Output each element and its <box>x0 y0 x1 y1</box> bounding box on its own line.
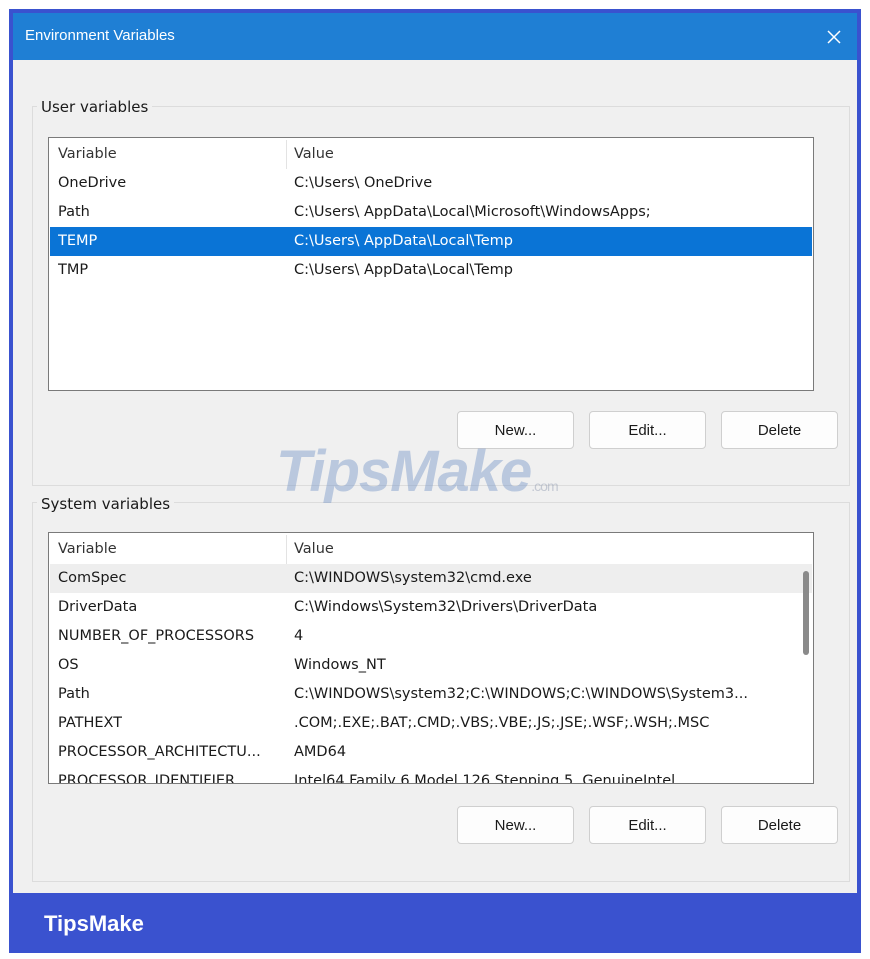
variable-value: C:\WINDOWS\system32;C:\WINDOWS;C:\WINDOW… <box>294 686 748 702</box>
table-row-selected[interactable]: TEMP C:\Users\ AppData\Local\Temp <box>50 227 812 256</box>
variable-name: PROCESSOR_ARCHITECTU... <box>58 744 261 760</box>
window-title: Environment Variables <box>25 27 175 44</box>
variable-name: NUMBER_OF_PROCESSORS <box>58 628 255 644</box>
variable-value: C:\Users\ OneDrive <box>294 175 433 191</box>
variable-name: PATHEXT <box>58 715 123 731</box>
list-header: Variable Value <box>50 535 812 564</box>
table-row[interactable]: DriverData C:\Windows\System32\Drivers\D… <box>50 593 812 622</box>
variable-name: Path <box>58 686 90 702</box>
footer-banner: TipsMake <box>9 897 861 953</box>
table-row[interactable]: TMP C:\Users\ AppData\Local\Temp <box>50 256 812 285</box>
variable-name: TEMP <box>58 233 98 249</box>
column-divider[interactable] <box>286 140 287 169</box>
table-row[interactable]: Path C:\WINDOWS\system32;C:\WINDOWS;C:\W… <box>50 680 812 709</box>
column-header-variable[interactable]: Variable <box>58 140 117 169</box>
variable-value: C:\Users\ AppData\Local\Temp <box>294 233 513 249</box>
system-delete-button[interactable]: Delete <box>721 806 838 844</box>
variable-value: C:\Users\ AppData\Local\Temp <box>294 262 513 278</box>
close-icon <box>827 29 841 44</box>
column-header-value[interactable]: Value <box>294 140 334 169</box>
table-row[interactable]: OS Windows_NT <box>50 651 812 680</box>
variable-value: C:\WINDOWS\system32\cmd.exe <box>294 570 532 586</box>
table-row[interactable]: PATHEXT .COM;.EXE;.BAT;.CMD;.VBS;.VBE;.J… <box>50 709 812 738</box>
user-variables-list[interactable]: Variable Value OneDrive C:\Users\ OneDri… <box>48 137 814 391</box>
variable-name: OS <box>58 657 79 673</box>
scrollbar-thumb[interactable] <box>803 571 809 655</box>
title-bar: Environment Variables <box>13 13 857 60</box>
column-divider[interactable] <box>286 535 287 564</box>
variable-name: OneDrive <box>58 175 127 191</box>
table-row-hovered[interactable]: ComSpec C:\WINDOWS\system32\cmd.exe <box>50 564 812 593</box>
table-row[interactable]: OneDrive C:\Users\ OneDrive <box>50 169 812 198</box>
system-variables-list[interactable]: Variable Value ComSpec C:\WINDOWS\system… <box>48 532 814 784</box>
variable-value: C:\Windows\System32\Drivers\DriverData <box>294 599 598 615</box>
column-header-variable[interactable]: Variable <box>58 535 117 564</box>
user-edit-button[interactable]: Edit... <box>589 411 706 449</box>
variable-value: Intel64 Family 6 Model 126 Stepping 5, G… <box>294 773 676 784</box>
close-button[interactable] <box>811 13 857 60</box>
variable-name: Path <box>58 204 90 220</box>
table-row[interactable]: Path C:\Users\ AppData\Local\Microsoft\W… <box>50 198 812 227</box>
variable-value: Windows_NT <box>294 657 386 673</box>
table-row[interactable]: NUMBER_OF_PROCESSORS 4 <box>50 622 812 651</box>
variable-name: ComSpec <box>58 570 127 586</box>
footer-brand: TipsMake <box>44 911 144 936</box>
user-variables-label: User variables <box>37 97 153 117</box>
environment-variables-dialog: Environment Variables User variables Var… <box>13 13 857 893</box>
vertical-scrollbar[interactable] <box>803 533 809 783</box>
table-row[interactable]: PROCESSOR_ARCHITECTU... AMD64 <box>50 738 812 767</box>
variable-name: PROCESSOR_IDENTIFIER <box>58 773 236 784</box>
column-header-value[interactable]: Value <box>294 535 334 564</box>
variable-name: DriverData <box>58 599 138 615</box>
table-row-partial[interactable]: PROCESSOR_IDENTIFIER Intel64 Family 6 Mo… <box>50 767 812 784</box>
system-variables-label: System variables <box>37 494 175 514</box>
user-new-button[interactable]: New... <box>457 411 574 449</box>
variable-value: AMD64 <box>294 744 347 760</box>
system-new-button[interactable]: New... <box>457 806 574 844</box>
system-edit-button[interactable]: Edit... <box>589 806 706 844</box>
variable-name: TMP <box>58 262 89 278</box>
list-header: Variable Value <box>50 140 812 169</box>
user-delete-button[interactable]: Delete <box>721 411 838 449</box>
variable-value: .COM;.EXE;.BAT;.CMD;.VBS;.VBE;.JS;.JSE;.… <box>294 715 710 731</box>
variable-value: C:\Users\ AppData\Local\Microsoft\Window… <box>294 204 651 220</box>
variable-value: 4 <box>294 628 304 644</box>
